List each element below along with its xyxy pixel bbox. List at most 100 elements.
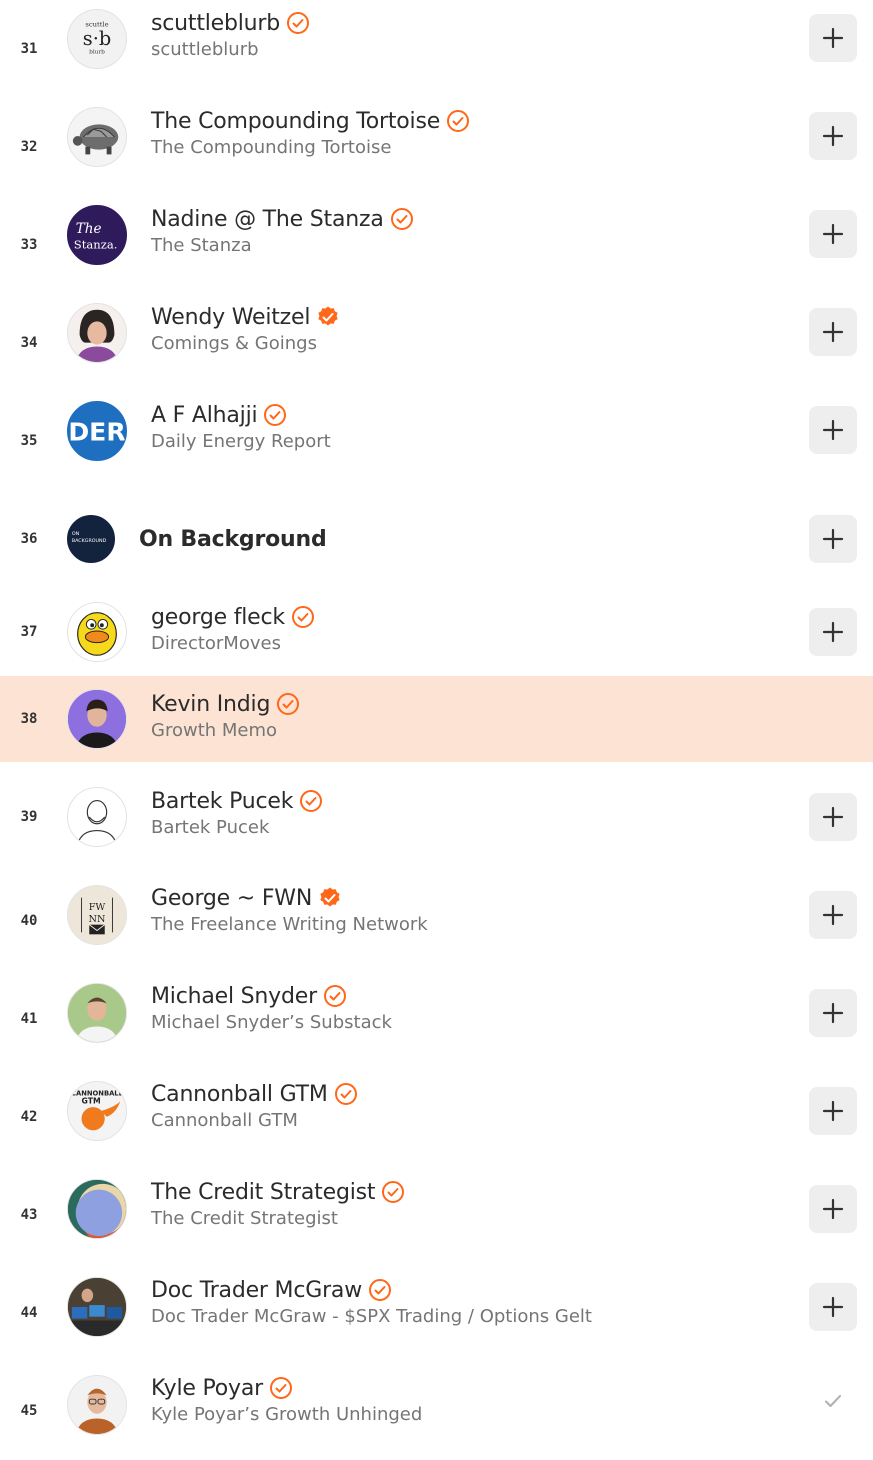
subscribed-check-icon[interactable] xyxy=(821,1389,845,1413)
scuttleblurb-logo: scuttle s·b blurb xyxy=(83,20,111,56)
publication-name[interactable]: Doc Trader McGraw - $SPX Trading / Optio… xyxy=(151,1306,592,1327)
publication-name[interactable]: Comings & Goings xyxy=(151,333,340,354)
rank-number: 39 xyxy=(20,809,38,825)
tortoise-illustration xyxy=(72,124,119,155)
list-item[interactable]: 44 Doc Trader McGraw Doc Trader McGraw -… xyxy=(0,1253,873,1351)
plus-icon xyxy=(822,528,844,550)
rank-number: 42 xyxy=(20,1109,38,1125)
publication-name[interactable]: The Credit Strategist xyxy=(151,1208,405,1229)
list-item[interactable]: 40 FW NN George ~ FWN The Freelance Writ… xyxy=(0,861,873,959)
publication-name[interactable]: Growth Memo xyxy=(151,720,300,741)
avatar[interactable]: The Stanza. xyxy=(67,205,127,265)
list-item[interactable]: 43 The Credit Strategist The Credit Stra… xyxy=(0,1155,873,1253)
publication-author[interactable]: George ~ FWN xyxy=(151,886,312,911)
avatar[interactable]: scuttle s·b blurb xyxy=(67,9,127,69)
avatar[interactable]: DER xyxy=(67,401,127,461)
publication-author[interactable]: The Credit Strategist xyxy=(151,1180,376,1205)
publication-author[interactable]: Michael Snyder xyxy=(151,984,317,1009)
subscribe-button[interactable] xyxy=(809,989,857,1037)
avatar-text-main: GTM xyxy=(82,1096,101,1105)
avatar-text-main: BACKGROUND xyxy=(72,538,107,544)
plus-icon xyxy=(822,321,844,343)
avatar[interactable] xyxy=(67,787,127,847)
avatar[interactable] xyxy=(67,689,127,749)
list-item[interactable]: 37 george fleck DirectorMoves xyxy=(0,588,873,676)
publication-author[interactable]: Doc Trader McGraw xyxy=(151,1278,362,1303)
publication-name[interactable]: DirectorMoves xyxy=(151,633,315,654)
avatar[interactable]: FW NN xyxy=(67,885,127,945)
publication-name[interactable]: The Compounding Tortoise xyxy=(151,137,470,158)
publication-author[interactable]: scuttleblurb xyxy=(151,11,280,36)
portrait-photo xyxy=(68,1376,126,1434)
publication-name[interactable]: Michael Snyder’s Substack xyxy=(151,1012,392,1033)
avatar[interactable] xyxy=(67,602,127,662)
verified-badge-icon xyxy=(334,1083,357,1105)
list-item[interactable]: 41 Michael Snyder Michael Snyder’s Subst… xyxy=(0,959,873,1057)
publication-name[interactable]: Bartek Pucek xyxy=(151,817,323,838)
avatar-text-top: ON xyxy=(72,531,80,537)
avatar[interactable] xyxy=(67,303,127,363)
subscribe-button[interactable] xyxy=(809,308,857,356)
subscribe-button[interactable] xyxy=(809,1185,857,1233)
subscribe-button[interactable] xyxy=(809,891,857,939)
avatar-text-main: Stanza. xyxy=(74,238,118,252)
avatar[interactable] xyxy=(67,1375,127,1435)
subscribe-button[interactable] xyxy=(809,515,857,563)
publication-author[interactable]: Kyle Poyar xyxy=(151,1376,263,1401)
publication-author[interactable]: Bartek Pucek xyxy=(151,789,294,814)
plus-icon xyxy=(822,904,844,926)
subscribe-button[interactable] xyxy=(809,210,857,258)
avatar[interactable]: CANNONBALL GTM xyxy=(67,1081,127,1141)
publication-author[interactable]: Nadine @ The Stanza xyxy=(151,207,384,232)
verified-badge-icon xyxy=(318,306,338,326)
avatar-text-bottom: blurb xyxy=(89,50,105,56)
avatar[interactable]: ON BACKGROUND xyxy=(67,515,115,563)
publication-author[interactable]: Cannonball GTM xyxy=(151,1082,328,1107)
subscribe-button[interactable] xyxy=(809,112,857,160)
avatar[interactable] xyxy=(67,983,127,1043)
list-item[interactable]: 31 scuttle s·b blurb scuttleblurb scuttl… xyxy=(0,0,873,98)
publication-name[interactable]: The Stanza xyxy=(151,235,414,256)
publication-name[interactable]: Kyle Poyar’s Growth Unhinged xyxy=(151,1404,422,1425)
verified-badge-icon xyxy=(291,606,314,628)
publication-author[interactable]: Wendy Weitzel xyxy=(151,305,310,330)
avatar[interactable] xyxy=(67,1277,127,1337)
subscribe-button[interactable] xyxy=(809,406,857,454)
subscribe-button[interactable] xyxy=(809,1283,857,1331)
list-item[interactable]: 35 DER A F Alhajji Daily Energy Report xyxy=(0,392,873,490)
rank-number: 33 xyxy=(20,237,38,253)
list-item-highlighted[interactable]: 38 Kevin Indig Growth Memo xyxy=(0,676,873,762)
publication-author[interactable]: A F Alhajji xyxy=(151,403,258,428)
publication-name[interactable]: The Freelance Writing Network xyxy=(151,914,428,935)
publication-name[interactable]: scuttleblurb xyxy=(151,39,310,60)
plus-icon xyxy=(822,27,844,49)
verified-badge-icon xyxy=(264,404,287,426)
verified-badge-icon xyxy=(323,985,346,1007)
avatar[interactable] xyxy=(67,107,127,167)
cartoon-bird-illustration xyxy=(77,612,117,656)
publication-name[interactable]: Cannonball GTM xyxy=(151,1110,358,1131)
list-item[interactable]: 33 The Stanza. Nadine @ The Stanza The S… xyxy=(0,196,873,294)
subscribe-button[interactable] xyxy=(809,608,857,656)
publication-author[interactable]: The Compounding Tortoise xyxy=(151,109,440,134)
list-item[interactable]: 42 CANNONBALL GTM Cannonball GTM Cannonb… xyxy=(0,1057,873,1155)
list-item[interactable]: 36 ON BACKGROUND On Background xyxy=(0,490,873,588)
rank-number: 45 xyxy=(20,1403,38,1419)
list-item[interactable]: 45 Kyle Poyar Kyle Poyar’s Growth Unhing… xyxy=(0,1351,873,1449)
publication-name[interactable]: Daily Energy Report xyxy=(151,431,331,452)
subscribe-button[interactable] xyxy=(809,793,857,841)
publication-author[interactable]: On Background xyxy=(139,527,327,552)
list-item[interactable]: 39 Bartek Pucek Bartek Pucek xyxy=(0,762,873,861)
publication-author[interactable]: george fleck xyxy=(151,605,285,630)
avatar[interactable] xyxy=(67,1179,127,1239)
plus-icon xyxy=(822,806,844,828)
rank-number: 40 xyxy=(20,913,38,929)
plus-icon xyxy=(822,1198,844,1220)
list-item[interactable]: 32 The Compounding Tortoise The Compound… xyxy=(0,98,873,196)
rank-number: 43 xyxy=(20,1207,38,1223)
plus-icon xyxy=(822,1100,844,1122)
subscribe-button[interactable] xyxy=(809,14,857,62)
publication-author[interactable]: Kevin Indig xyxy=(151,692,270,717)
subscribe-button[interactable] xyxy=(809,1087,857,1135)
list-item[interactable]: 34 Wendy Weitzel Comings & Goings xyxy=(0,294,873,392)
